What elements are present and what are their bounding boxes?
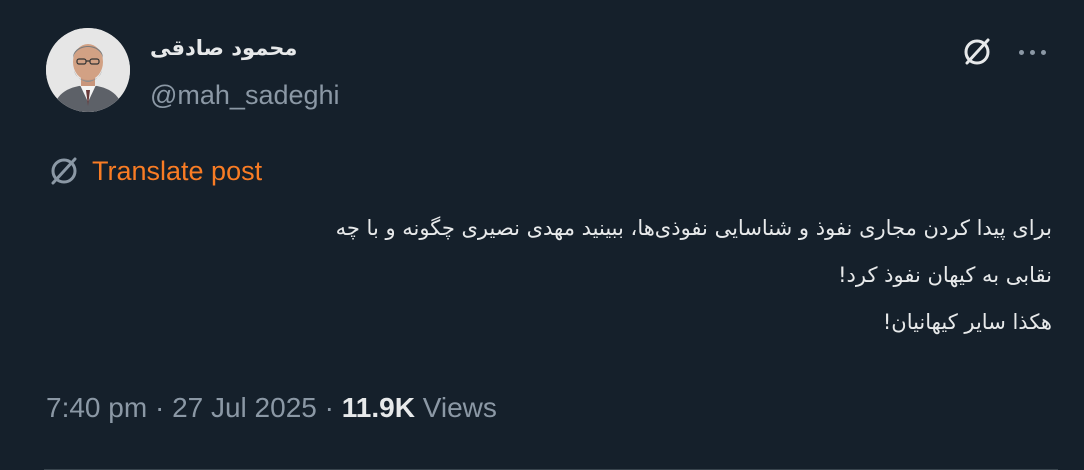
more-horizontal-icon xyxy=(1019,50,1024,55)
views-count: 11.9K xyxy=(341,392,415,423)
grok-slash-circle-icon xyxy=(964,38,990,65)
tweet-detail: محمود صادقی @mah_sadeghi Translate post … xyxy=(0,0,1084,470)
tweet-text: برای پیدا کردن مجاری نفوذ و شناسایی نفوذ… xyxy=(46,205,1052,346)
tweet-text-line: هکذا سایر کیهانیان! xyxy=(882,310,1052,334)
more-options-button[interactable] xyxy=(1012,31,1052,73)
avatar-photo xyxy=(46,28,130,112)
translate-globe-icon xyxy=(51,157,77,185)
meta-separator: · xyxy=(147,392,173,423)
views-label: Views xyxy=(422,392,497,423)
tweet-text-line: نقابی به کیهان نفوذ کرد! xyxy=(838,263,1052,287)
post-time[interactable]: 7:40 pm xyxy=(46,392,147,423)
post-date[interactable]: 27 Jul 2025 xyxy=(172,392,317,423)
tweet-text-line: برای پیدا کردن مجاری نفوذ و شناسایی نفوذ… xyxy=(335,216,1052,240)
author-handle[interactable]: @mah_sadeghi xyxy=(150,80,340,111)
author-display-name[interactable]: محمود صادقی xyxy=(150,36,297,60)
meta-separator: · xyxy=(316,392,342,423)
translate-post-button[interactable]: Translate post xyxy=(46,152,262,190)
grok-button[interactable] xyxy=(956,31,998,73)
avatar[interactable] xyxy=(46,28,130,112)
tweet-metadata: 7:40 pm · 27 Jul 2025 · 11.9K Views xyxy=(46,392,497,424)
translate-post-label: Translate post xyxy=(92,155,263,186)
